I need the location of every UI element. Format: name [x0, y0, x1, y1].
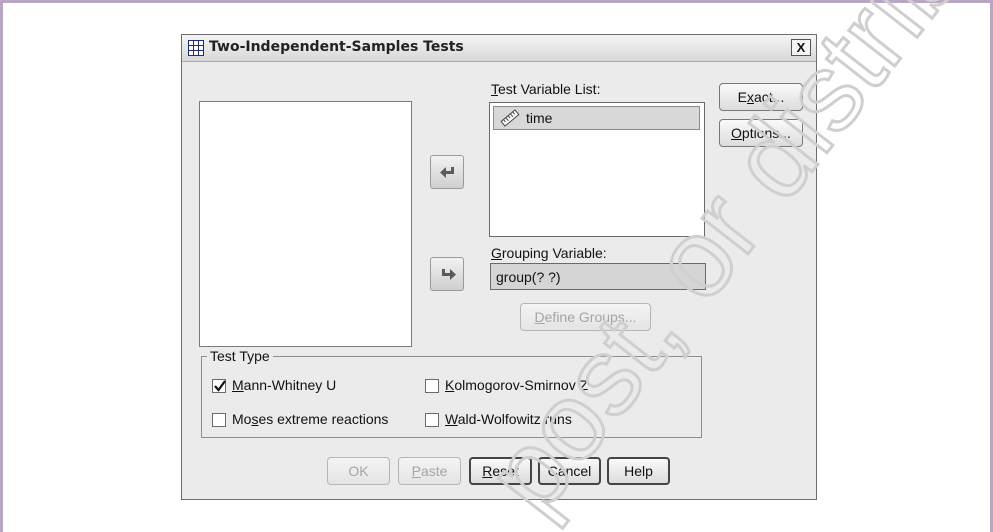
scale-ruler-icon — [500, 109, 520, 127]
ok-button[interactable]: OK — [327, 457, 390, 485]
move-to-grouping-button[interactable] — [430, 257, 464, 291]
close-button[interactable]: X — [791, 39, 811, 56]
help-button[interactable]: Help — [607, 457, 670, 485]
dialog-grid-icon — [188, 40, 204, 56]
exact-button[interactable]: Exact... — [719, 83, 803, 111]
test-type-legend: Test Type — [207, 348, 273, 364]
grouping-variable-value: group(? ?) — [496, 269, 561, 285]
arrow-left-icon — [440, 167, 454, 178]
source-variable-list[interactable] — [199, 101, 412, 347]
two-independent-samples-dialog: Two-Independent-Samples Tests X Test Var… — [181, 34, 817, 500]
kolmogorov-smirnov-checkbox[interactable] — [425, 379, 439, 393]
moses-extreme-label: Moses extreme reactions — [232, 411, 389, 427]
define-groups-button[interactable]: Define Groups... — [520, 303, 651, 331]
paste-button[interactable]: Paste — [398, 457, 461, 485]
test-variable-list-label: Test Variable List: — [491, 81, 601, 97]
grouping-variable-label: Grouping Variable: — [491, 245, 607, 261]
page-frame-left — [0, 0, 3, 532]
checkmark-icon — [214, 380, 226, 392]
page-frame-top — [0, 0, 993, 3]
dialog-title: Two-Independent-Samples Tests — [209, 39, 464, 55]
cancel-button[interactable]: Cancel — [538, 457, 601, 485]
wald-wolfowitz-checkbox[interactable] — [425, 413, 439, 427]
grouping-variable-field[interactable]: group(? ?) — [490, 263, 706, 290]
kolmogorov-smirnov-label: Kolmogorov-Smirnov Z — [445, 377, 589, 393]
arrow-right-icon — [442, 269, 456, 280]
mann-whitney-label: Mann-Whitney U — [232, 377, 337, 393]
test-variable-item-label: time — [526, 110, 553, 126]
test-variable-list[interactable]: time — [489, 102, 705, 237]
moses-extreme-checkbox[interactable] — [212, 413, 226, 427]
mann-whitney-checkbox[interactable] — [212, 379, 226, 393]
wald-wolfowitz-label: Wald-Wolfowitz runs — [445, 411, 572, 427]
move-to-test-list-button[interactable] — [430, 155, 464, 189]
test-variable-item[interactable]: time — [493, 106, 700, 130]
options-button[interactable]: Options... — [719, 119, 803, 147]
reset-button[interactable]: Reset — [469, 457, 532, 485]
title-bar[interactable]: Two-Independent-Samples Tests X — [182, 35, 816, 62]
